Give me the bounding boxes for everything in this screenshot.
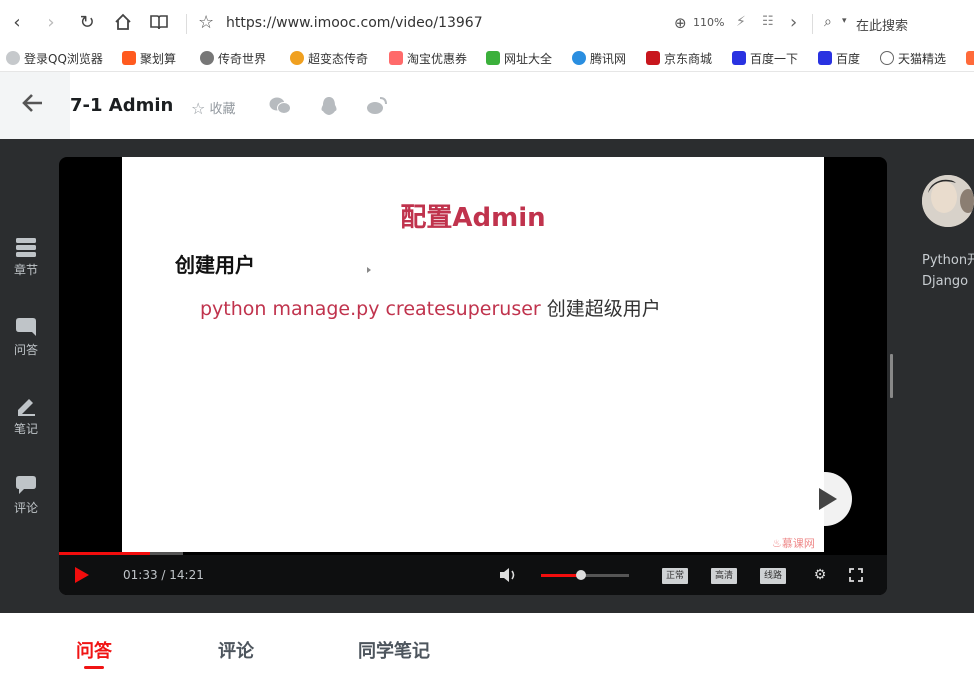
bookmark-item[interactable]: 聚划算 [122,50,176,68]
game-icon [290,51,304,65]
bookmark-item[interactable]: 淘宝优惠券 [389,50,467,68]
volume-slider-handle[interactable] [575,570,586,580]
wechat-icon[interactable] [269,96,291,116]
baidu-icon [818,51,832,65]
back-button[interactable] [0,72,70,139]
user-icon [6,51,20,65]
settings-gear-icon[interactable]: ⚙ [812,567,828,583]
chevron-right-icon[interactable]: › [790,12,797,33]
hao-icon [486,51,500,65]
globe-icon [880,51,894,65]
course-title: 7-1 Admin [70,95,174,116]
sidebar-item-qa[interactable]: 问答 [0,317,52,358]
tab-classmate-notes[interactable]: 同学笔记 [358,637,430,663]
command-description: 创建超级用户 [546,298,661,320]
sidebar-item-notes[interactable]: 笔记 [0,396,52,437]
tab-qa[interactable]: 问答 [76,637,112,663]
juhuasuan-icon [122,51,136,65]
player-area: 章节 问答 笔记 评论 配置Admin 创建用户 python manage.p… [0,139,974,613]
slide-heading: 创建用户 [175,253,255,277]
video-frame: 配置Admin 创建用户 python manage.py createsupe… [122,157,824,552]
url-text[interactable]: https://www.imooc.com/video/13967 [226,15,483,31]
qq-icon [572,51,586,65]
arrow-left-icon [22,94,42,112]
favorite-button[interactable]: ☆ 收藏 [191,98,236,118]
sidebar-item-comments[interactable]: 评论 [0,475,52,516]
chevron-down-icon[interactable]: ▾ [842,16,847,26]
command-text: python manage.py createsuperuser [200,298,541,320]
player-controls: 01:33 / 14:21 正常 高清 线路 ⚙ [59,555,887,595]
bookmark-item[interactable]: 登录QQ浏览器 [6,50,103,68]
imooc-watermark: ♨慕课网 [772,537,815,550]
bookmark-item[interactable]: 百度 [818,50,860,68]
flame-icon: ♨ [772,537,782,550]
time-display: 01:33 / 14:21 [123,568,204,582]
qa-icon [16,318,36,336]
browser-toolbar: ‹ › ↻ ☆ https://www.imooc.com/video/1396… [0,0,974,46]
quality-normal-button[interactable]: 正常 [662,568,689,584]
chapters-icon [16,238,36,257]
bookmark-star-icon[interactable]: ☆ [198,12,214,33]
slide-command: python manage.py createsuperuser 创建超级用户 [200,294,661,321]
qq-share-icon[interactable] [318,96,340,116]
jd-icon [646,51,660,65]
bookmark-item-overflow[interactable] [966,50,974,68]
video-player[interactable]: 配置Admin 创建用户 python manage.py createsupe… [59,157,887,595]
bookmark-item[interactable]: 传奇世界 [200,50,266,68]
weibo-icon[interactable] [366,96,388,116]
quality-hd-button[interactable]: 高清 [711,568,738,584]
search-input[interactable]: 在此搜索 [856,15,908,34]
reader-mode-icon[interactable] [148,12,170,34]
note-icon [18,399,35,416]
line-select-button[interactable]: 线路 [760,568,787,584]
play-icon [819,488,837,510]
panel-resize-handle[interactable] [890,354,893,398]
bookmarks-bar: 登录QQ浏览器 聚划算 传奇世界 超变态传奇 淘宝优惠券 网址大全 腾讯网 京东… [0,46,974,72]
zoom-level[interactable]: 110% [693,16,724,29]
bookmark-item[interactable]: 百度一下 [732,50,798,68]
teacher-title-line1: Python开 [922,253,974,268]
slide-title: 配置Admin [400,203,546,233]
comment-icon [16,476,36,494]
fullscreen-icon[interactable] [849,568,863,582]
bookmark-item[interactable]: 超变态传奇 [290,50,368,68]
back-icon[interactable]: ‹ [6,12,28,34]
reload-icon[interactable]: ↻ [76,12,98,34]
qr-code-icon[interactable]: ☷ [762,14,774,29]
content-tabs: 问答 评论 同学笔记 [0,613,974,679]
volume-slider-fill [541,574,581,577]
toolbar-divider [186,14,187,34]
taobao-icon [389,51,403,65]
play-button[interactable] [75,567,89,583]
forward-icon[interactable]: › [40,12,62,34]
avatar [922,175,974,227]
home-icon[interactable] [112,12,134,34]
big-play-button[interactable] [798,472,852,526]
volume-icon[interactable] [499,567,517,583]
lightning-icon[interactable]: ⚡ [736,14,746,30]
bookmark-item[interactable]: 腾讯网 [572,50,626,68]
chuanqi-icon [200,51,214,65]
search-icon[interactable]: ⌕ [824,14,832,30]
bookmark-item[interactable]: 网址大全 [486,50,552,68]
active-tab-indicator [84,666,104,669]
mouse-cursor-icon [367,267,371,273]
bookmark-icon [966,51,974,65]
course-header: 7-1 Admin ☆ 收藏 [0,72,974,139]
bookmark-item[interactable]: 京东商城 [646,50,712,68]
baidu-icon [732,51,746,65]
bookmark-item[interactable]: 天猫精选 [880,50,946,68]
teacher-title-line2: Django [922,274,969,289]
zoom-icon[interactable]: ⊕ [674,14,687,32]
star-icon: ☆ [191,99,206,118]
toolbar-divider [812,14,813,34]
sidebar-item-chapters[interactable]: 章节 [0,237,52,278]
teacher-avatar[interactable] [922,175,974,227]
tab-comments[interactable]: 评论 [218,637,254,663]
